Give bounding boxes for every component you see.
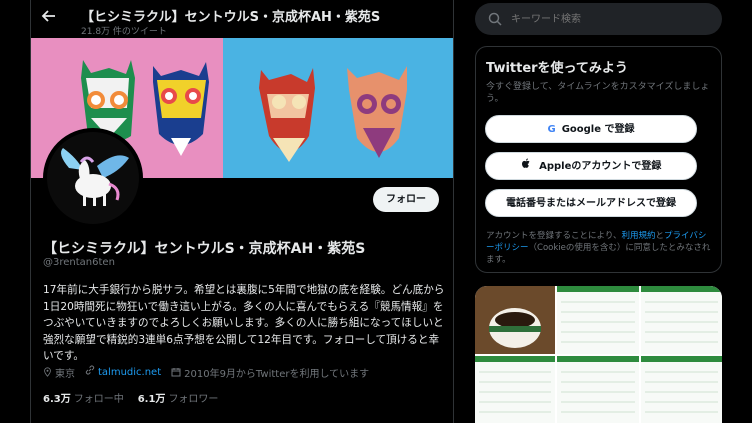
media-preview-grid[interactable]	[475, 286, 722, 423]
profile-handle: @3rentan6ten	[43, 257, 115, 268]
location-text: 東京	[55, 369, 75, 380]
back-arrow-icon[interactable]	[41, 8, 59, 26]
terms-link[interactable]: 利用規約	[622, 231, 656, 241]
banner-right-blue	[223, 38, 453, 178]
google-signup-label: Google で登録	[561, 124, 635, 135]
profile-column: 【ヒシミラクル】セントウルS・京成杯AH・紫苑S 21.8万 件のツイート フォ…	[30, 0, 454, 423]
header-tweet-count: 21.8万 件のツイート	[81, 27, 167, 37]
legal-notice: アカウントを登録することにより、利用規約とプライバシーポリシー（Cookieの使…	[486, 230, 711, 266]
profile-name: 【ヒシミラクル】セントウルS・京成杯AH・紫苑S	[43, 241, 366, 257]
signup-card: Twitterを使ってみよう 今すぐ登録して、タイムラインをカスタマイズしましょ…	[475, 46, 722, 273]
profile-stats: 6.3万 フォロー中 6.1万 フォロワー	[43, 390, 218, 405]
signup-title: Twitterを使ってみよう	[486, 61, 628, 76]
apple-signup-label: Appleのアカウントで登録	[539, 161, 662, 172]
following-label: フォロー中	[73, 394, 124, 405]
profile-meta: 東京 talmudic.net 2010年9月からTwitterを利用しています	[43, 365, 369, 380]
location-pin-icon	[43, 367, 52, 380]
legal-and: と	[655, 231, 665, 241]
following-count: 6.3万	[43, 394, 71, 405]
search-input[interactable]	[511, 9, 711, 29]
header-title: 【ヒシミラクル】セントウルS・京成杯AH・紫苑S	[81, 10, 381, 25]
left-nav-column	[0, 0, 30, 423]
pegasus-icon	[47, 132, 139, 224]
location-item: 東京	[43, 365, 75, 380]
profile-bio: 17年前に大手銀行から脱サラ。希望とは裏腹に5年間で地獄の底を経験。どん底から1…	[43, 284, 445, 362]
google-icon: G	[547, 124, 556, 135]
link-icon	[85, 365, 95, 378]
legal-prefix: アカウントを登録することにより、	[486, 231, 622, 241]
following-stat[interactable]: 6.3万 フォロー中	[43, 390, 124, 405]
signup-description: 今すぐ登録して、タイムラインをカスタマイズしましょう。	[486, 82, 710, 104]
profile-header-bar: 【ヒシミラクル】セントウルS・京成杯AH・紫苑S 21.8万 件のツイート	[31, 0, 453, 38]
right-sidebar: Twitterを使ってみよう 今すぐ登録して、タイムラインをカスタマイズしましょ…	[475, 0, 722, 423]
search-box[interactable]	[475, 3, 722, 35]
google-signup-button[interactable]: G Google で登録	[485, 115, 697, 143]
legal-cookie-open[interactable]: （Cookieの使用	[529, 243, 592, 253]
website-link[interactable]: talmudic.net	[98, 367, 161, 378]
followers-stat[interactable]: 6.1万 フォロワー	[138, 390, 219, 405]
search-icon	[488, 11, 502, 26]
avatar[interactable]	[43, 128, 143, 228]
apple-signup-button[interactable]: Appleのアカウントで登録	[485, 152, 697, 180]
website-item[interactable]: talmudic.net	[85, 365, 161, 380]
calendar-icon	[171, 367, 181, 380]
follow-button[interactable]: フォロー	[373, 187, 439, 212]
joined-item: 2010年9月からTwitterを利用しています	[171, 365, 369, 380]
followers-label: フォロワー	[168, 394, 219, 405]
phone-email-signup-button[interactable]: 電話番号またはメールアドレスで登録	[485, 189, 697, 217]
joined-text: 2010年9月からTwitterを利用しています	[184, 369, 370, 380]
apple-icon	[521, 158, 533, 172]
followers-count: 6.1万	[137, 394, 166, 405]
